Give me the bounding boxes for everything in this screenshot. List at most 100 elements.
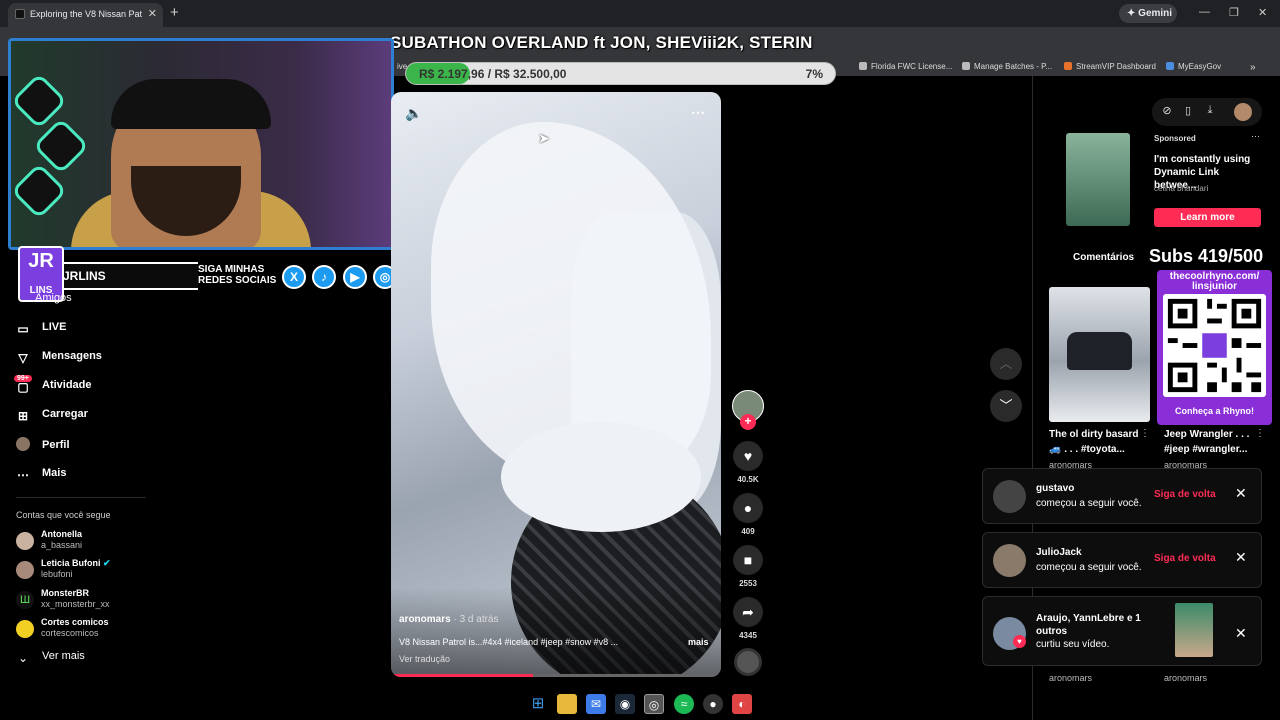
avatar bbox=[993, 480, 1026, 513]
video-thumbnail[interactable] bbox=[1175, 603, 1213, 657]
bookmarks-overflow-icon[interactable]: » bbox=[1250, 62, 1256, 73]
notification-name: JulioJack bbox=[1036, 547, 1082, 558]
tab-comments[interactable]: Comentários bbox=[1073, 252, 1134, 263]
video-progress-bar[interactable] bbox=[391, 674, 721, 677]
bookmark-item[interactable]: Manage Batches - P... bbox=[962, 62, 1052, 71]
chrome-icon[interactable]: ◎ bbox=[644, 694, 664, 714]
browser-tab[interactable]: Exploring the V8 Nissan Pat ✕ bbox=[8, 3, 163, 27]
related-video-author[interactable]: aronomars bbox=[1049, 673, 1092, 683]
coins-icon[interactable]: ⊘ bbox=[1159, 104, 1175, 120]
share-action[interactable]: ➦ 4345 bbox=[732, 597, 764, 640]
bookmark-item[interactable]: StreamVIP Dashboard bbox=[1064, 62, 1156, 71]
follow-back-button[interactable]: Siga de volta bbox=[1154, 553, 1216, 564]
next-video-button[interactable]: ﹀ bbox=[990, 390, 1022, 422]
sidebar-divider bbox=[16, 497, 146, 498]
learn-more-button[interactable]: Learn more bbox=[1154, 208, 1261, 227]
sidebar-item-more[interactable]: ⋯ Mais bbox=[16, 467, 66, 482]
share-icon[interactable]: ➦ bbox=[733, 597, 763, 627]
related-video-author[interactable]: aronomars bbox=[1164, 673, 1207, 683]
windows-start-icon[interactable]: ⊞ bbox=[528, 694, 548, 714]
related-options-icon[interactable]: ⋮ bbox=[1255, 428, 1265, 439]
save-action[interactable]: ■ 2553 bbox=[732, 545, 764, 588]
share-count: 4345 bbox=[739, 631, 757, 640]
mouse-cursor-icon: ➤ bbox=[538, 130, 550, 146]
comment-count: 409 bbox=[741, 527, 755, 536]
video-caption: V8 Nissan Patrol is...#4x4 #iceland #jee… bbox=[399, 637, 619, 647]
file-explorer-icon[interactable] bbox=[557, 694, 577, 714]
follow-back-button[interactable]: Siga de volta bbox=[1154, 489, 1216, 500]
sidebar-item-friends[interactable]: Amigos bbox=[35, 292, 72, 304]
window-close-icon[interactable]: ✕ bbox=[1258, 6, 1267, 19]
x-twitter-icon: X bbox=[282, 265, 306, 289]
related-video-subtitle: 🚙 . . . #toyota... bbox=[1049, 444, 1125, 455]
video-author[interactable]: aronomars · 3 d atrás bbox=[399, 614, 499, 625]
obs-icon[interactable]: ● bbox=[703, 694, 723, 714]
follow-plus-icon[interactable]: + bbox=[740, 414, 756, 430]
close-icon[interactable]: ✕ bbox=[1235, 549, 1247, 566]
video-snow bbox=[501, 422, 701, 532]
heart-icon: ♥ bbox=[1013, 635, 1026, 648]
donation-progress-text: R$ 2.197,96 / R$ 32.500,00 bbox=[419, 67, 567, 81]
donation-progress-bar: R$ 2.197,96 / R$ 32.500,00 7% bbox=[405, 62, 836, 85]
see-more-link[interactable]: ⌄ Ver mais bbox=[16, 650, 85, 665]
more-icon: ⋯ bbox=[17, 468, 29, 482]
social-cta-line2: REDES SOCIAIS bbox=[198, 275, 277, 286]
sidebar-item-label: Mais bbox=[42, 467, 67, 479]
related-options-icon[interactable]: ⋮ bbox=[1140, 428, 1150, 439]
gemini-label: Gemini bbox=[1138, 8, 1173, 19]
phone-icon[interactable]: ▯ bbox=[1180, 104, 1196, 120]
video-player[interactable]: 🔈 ⋯ aronomars · 3 d atrás V8 Nissan Patr… bbox=[391, 92, 721, 677]
avatar bbox=[993, 544, 1026, 577]
profile-icon bbox=[16, 437, 30, 451]
previous-video-button[interactable]: ︿ bbox=[990, 348, 1022, 380]
music-disc-icon[interactable] bbox=[734, 648, 762, 676]
close-icon[interactable]: ✕ bbox=[1235, 625, 1247, 642]
related-video-subtitle: #jeep #wrangler... bbox=[1164, 444, 1248, 455]
avatar bbox=[16, 532, 34, 550]
user-avatar[interactable] bbox=[1234, 103, 1252, 121]
minimize-icon[interactable]: — bbox=[1199, 6, 1210, 18]
app-icon[interactable]: ◐ bbox=[732, 694, 752, 714]
follow-notification: JulioJack começou a seguir você. Siga de… bbox=[982, 532, 1262, 588]
tab-close-icon[interactable]: ✕ bbox=[148, 7, 157, 20]
maximize-icon[interactable]: ❐ bbox=[1229, 6, 1239, 19]
related-video-title[interactable]: The ol dirty basard bbox=[1049, 429, 1138, 440]
steam-icon[interactable]: ◉ bbox=[615, 694, 635, 714]
volume-icon[interactable]: 🔈 bbox=[405, 105, 422, 122]
close-icon[interactable]: ✕ bbox=[1235, 485, 1247, 502]
comment-action[interactable]: ● 409 bbox=[732, 493, 764, 536]
spotify-icon[interactable]: ≈ bbox=[674, 694, 694, 714]
donation-progress-percent: 7% bbox=[805, 67, 823, 81]
bookmark-label: MyEasyGov bbox=[1178, 62, 1222, 71]
translate-link[interactable]: Ver tradução bbox=[399, 654, 450, 664]
sidebar-item-profile[interactable]: Perfil bbox=[16, 437, 70, 451]
download-icon[interactable]: ⤓ bbox=[1202, 104, 1218, 120]
streamer-logo-text: JR bbox=[28, 250, 54, 272]
sidebar-item-live[interactable]: ▭ LIVE bbox=[16, 321, 66, 336]
sidebar-item-label: Mensagens bbox=[42, 350, 102, 362]
ad-thumbnail[interactable] bbox=[1066, 133, 1130, 226]
sidebar-item-messages[interactable]: ▽ Mensagens bbox=[16, 350, 102, 365]
following-name: Leticia Bufoni ✔ bbox=[41, 558, 111, 569]
like-action[interactable]: ♥ 40.5K bbox=[732, 441, 764, 484]
bookmark-icon bbox=[1166, 62, 1174, 70]
sidebar-item-label: Perfil bbox=[42, 439, 70, 451]
ad-options-icon[interactable]: ⋯ bbox=[1251, 131, 1260, 142]
new-tab-button[interactable]: + bbox=[170, 4, 179, 21]
comment-icon[interactable]: ● bbox=[733, 493, 763, 523]
related-video-title[interactable]: Jeep Wrangler . . . bbox=[1164, 429, 1249, 440]
caption-more-button[interactable]: mais bbox=[688, 637, 709, 647]
video-options-icon[interactable]: ⋯ bbox=[691, 104, 705, 121]
mail-icon[interactable]: ✉ bbox=[586, 694, 606, 714]
gemini-button[interactable]: ✦ Gemini bbox=[1119, 4, 1177, 23]
youtube-icon: ▶ bbox=[343, 265, 367, 289]
sidebar-item-upload[interactable]: ⊞ Carregar bbox=[16, 408, 88, 423]
bookmark-item[interactable]: Florida FWC License... bbox=[859, 62, 952, 71]
messages-icon: ▽ bbox=[18, 351, 28, 365]
related-video-thumbnail[interactable] bbox=[1049, 287, 1150, 422]
see-more-label: Ver mais bbox=[42, 650, 85, 662]
bookmark-icon[interactable]: ■ bbox=[733, 545, 763, 575]
bookmark-item[interactable]: MyEasyGov bbox=[1166, 62, 1221, 71]
heart-icon[interactable]: ♥ bbox=[733, 441, 763, 471]
subs-counter: Subs 419/500 bbox=[1149, 246, 1264, 266]
